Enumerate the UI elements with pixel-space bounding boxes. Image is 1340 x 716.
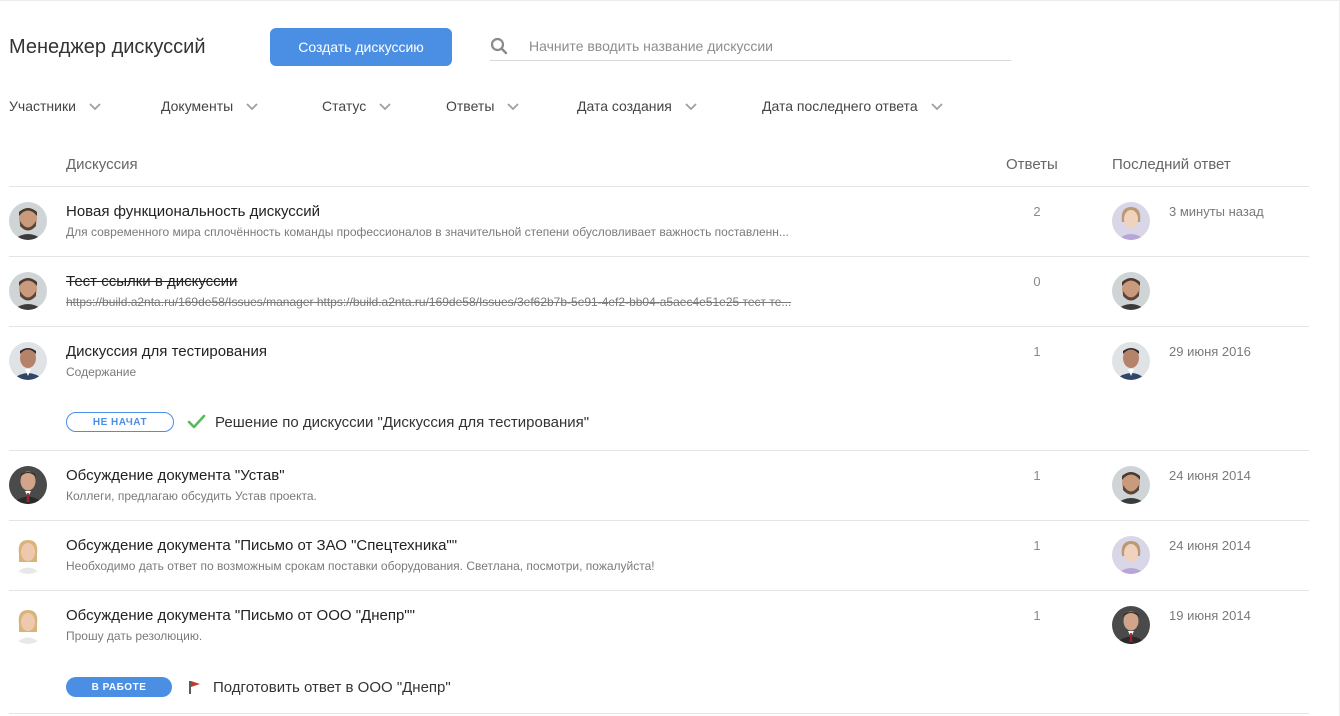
last-reply-time: 3 минуты назад [1169, 204, 1264, 219]
filter-label: Дата создания [577, 98, 672, 114]
last-reply-time: 24 июня 2014 [1169, 468, 1251, 483]
woman-blonde-avatar-image [9, 606, 47, 644]
avatar [9, 272, 47, 310]
chevron-down-icon [685, 102, 697, 110]
chevron-down-icon [379, 102, 391, 110]
avatar [9, 536, 47, 574]
filter-participants[interactable]: Участники [9, 96, 161, 116]
discussion-description: Для современного мира сплочённость коман… [66, 225, 789, 239]
avatar [9, 202, 47, 240]
filter-last-reply-date[interactable]: Дата последнего ответа [762, 96, 944, 116]
filter-label: Статус [322, 98, 367, 114]
last-reply-avatar [1112, 466, 1150, 504]
discussion-title[interactable]: Дискуссия для тестирования [66, 343, 267, 360]
search-bar [490, 31, 1011, 61]
divider [9, 713, 1309, 714]
discussion-title[interactable]: Обсуждение документа "Письмо от ЗАО "Спе… [66, 537, 457, 554]
last-reply-avatar [1112, 342, 1150, 380]
filter-documents[interactable]: Документы [161, 96, 322, 116]
check-icon [187, 414, 206, 429]
man-beard-avatar-image [9, 272, 47, 310]
filter-label: Дата последнего ответа [762, 98, 918, 114]
last-reply-time: 24 июня 2014 [1169, 538, 1251, 553]
task-title[interactable]: Решение по дискуссии "Дискуссия для тест… [215, 414, 589, 431]
last-reply-avatar [1112, 202, 1150, 240]
discussion-row[interactable]: Обсуждение документа "Письмо от ЗАО "Спе… [0, 521, 1310, 590]
reply-count: 1 [1033, 538, 1041, 553]
discussion-row[interactable]: Новая функциональность дискуссий Для сов… [0, 187, 1310, 256]
chevron-down-icon [507, 102, 520, 110]
discussion-row[interactable]: Тест ссылки в дискуссии https://build.a2… [0, 257, 1310, 326]
filter-status[interactable]: Статус [322, 96, 446, 116]
woman-light-avatar-image [1112, 202, 1150, 240]
search-icon [490, 37, 508, 55]
discussion-description: Коллеги, предлагаю обсудить Устав проект… [66, 489, 317, 503]
last-reply-avatar [1112, 272, 1150, 310]
filter-replies[interactable]: Ответы [446, 96, 577, 116]
avatar [9, 466, 47, 504]
woman-light-avatar-image [1112, 536, 1150, 574]
chevron-down-icon [246, 102, 258, 110]
filter-label: Документы [161, 98, 234, 114]
linked-task[interactable]: НЕ НАЧАТ Решение по дискуссии "Дискуссия… [66, 412, 589, 432]
discussion-title[interactable]: Тест ссылки в дискуссии [66, 273, 237, 290]
man-suit-avatar-image [9, 466, 47, 504]
avatar [9, 342, 47, 380]
man-dark-avatar-image [9, 342, 47, 380]
man-beard-avatar-image [1112, 466, 1150, 504]
search-input[interactable] [529, 35, 999, 57]
discussion-description: Содержание [66, 365, 137, 379]
column-header-replies: Ответы [1006, 156, 1058, 173]
column-header-discussion: Дискуссия [66, 156, 138, 173]
create-discussion-button[interactable]: Создать дискуссию [270, 28, 452, 66]
discussion-row[interactable]: Обсуждение документа "Письмо от ООО "Дне… [0, 591, 1310, 713]
woman-blonde-avatar-image [9, 536, 47, 574]
man-dark-avatar-image [1112, 342, 1150, 380]
chevron-down-icon [89, 102, 101, 110]
status-badge: НЕ НАЧАТ [66, 412, 174, 432]
avatar [9, 606, 47, 644]
discussion-row[interactable]: Дискуссия для тестирования Содержание 1 … [0, 327, 1310, 450]
discussion-manager: Менеджер дискуссий Создать дискуссию Уча… [0, 0, 1340, 716]
man-beard-avatar-image [1112, 272, 1150, 310]
filter-created-date[interactable]: Дата создания [577, 96, 762, 116]
discussion-title[interactable]: Обсуждение документа "Устав" [66, 467, 285, 484]
last-reply-avatar [1112, 536, 1150, 574]
reply-count: 2 [1033, 204, 1041, 219]
last-reply-time: 19 июня 2014 [1169, 608, 1251, 623]
reply-count: 1 [1033, 468, 1041, 483]
last-reply-time: 29 июня 2016 [1169, 344, 1251, 359]
discussion-row[interactable]: Обсуждение документа "Устав" Коллеги, пр… [0, 451, 1310, 520]
filter-label: Ответы [446, 98, 495, 114]
filter-bar: Участники Документы Статус Ответы Дата с… [9, 96, 944, 116]
reply-count: 0 [1033, 274, 1041, 289]
discussion-description: https://build.a2nta.ru/169de58/Issues/ma… [66, 295, 792, 309]
linked-task[interactable]: В РАБОТЕ Подготовить ответ в ООО "Днепр" [66, 677, 451, 697]
man-suit-avatar-image [1112, 606, 1150, 644]
discussion-title[interactable]: Новая функциональность дискуссий [66, 203, 320, 220]
reply-count: 1 [1033, 608, 1041, 623]
status-badge: В РАБОТЕ [66, 677, 172, 697]
chevron-down-icon [930, 102, 943, 110]
reply-count: 1 [1033, 344, 1041, 359]
discussion-title[interactable]: Обсуждение документа "Письмо от ООО "Дне… [66, 607, 415, 624]
discussion-description: Необходимо дать ответ по возможным срока… [66, 559, 655, 573]
task-title[interactable]: Подготовить ответ в ООО "Днепр" [213, 679, 451, 696]
flag-icon [189, 681, 200, 694]
discussion-description: Прошу дать резолюцию. [66, 629, 203, 643]
column-header-last-reply: Последний ответ [1112, 156, 1231, 173]
filter-label: Участники [9, 98, 76, 114]
last-reply-avatar [1112, 606, 1150, 644]
page-title: Менеджер дискуссий [9, 36, 206, 58]
man-beard-avatar-image [9, 202, 47, 240]
